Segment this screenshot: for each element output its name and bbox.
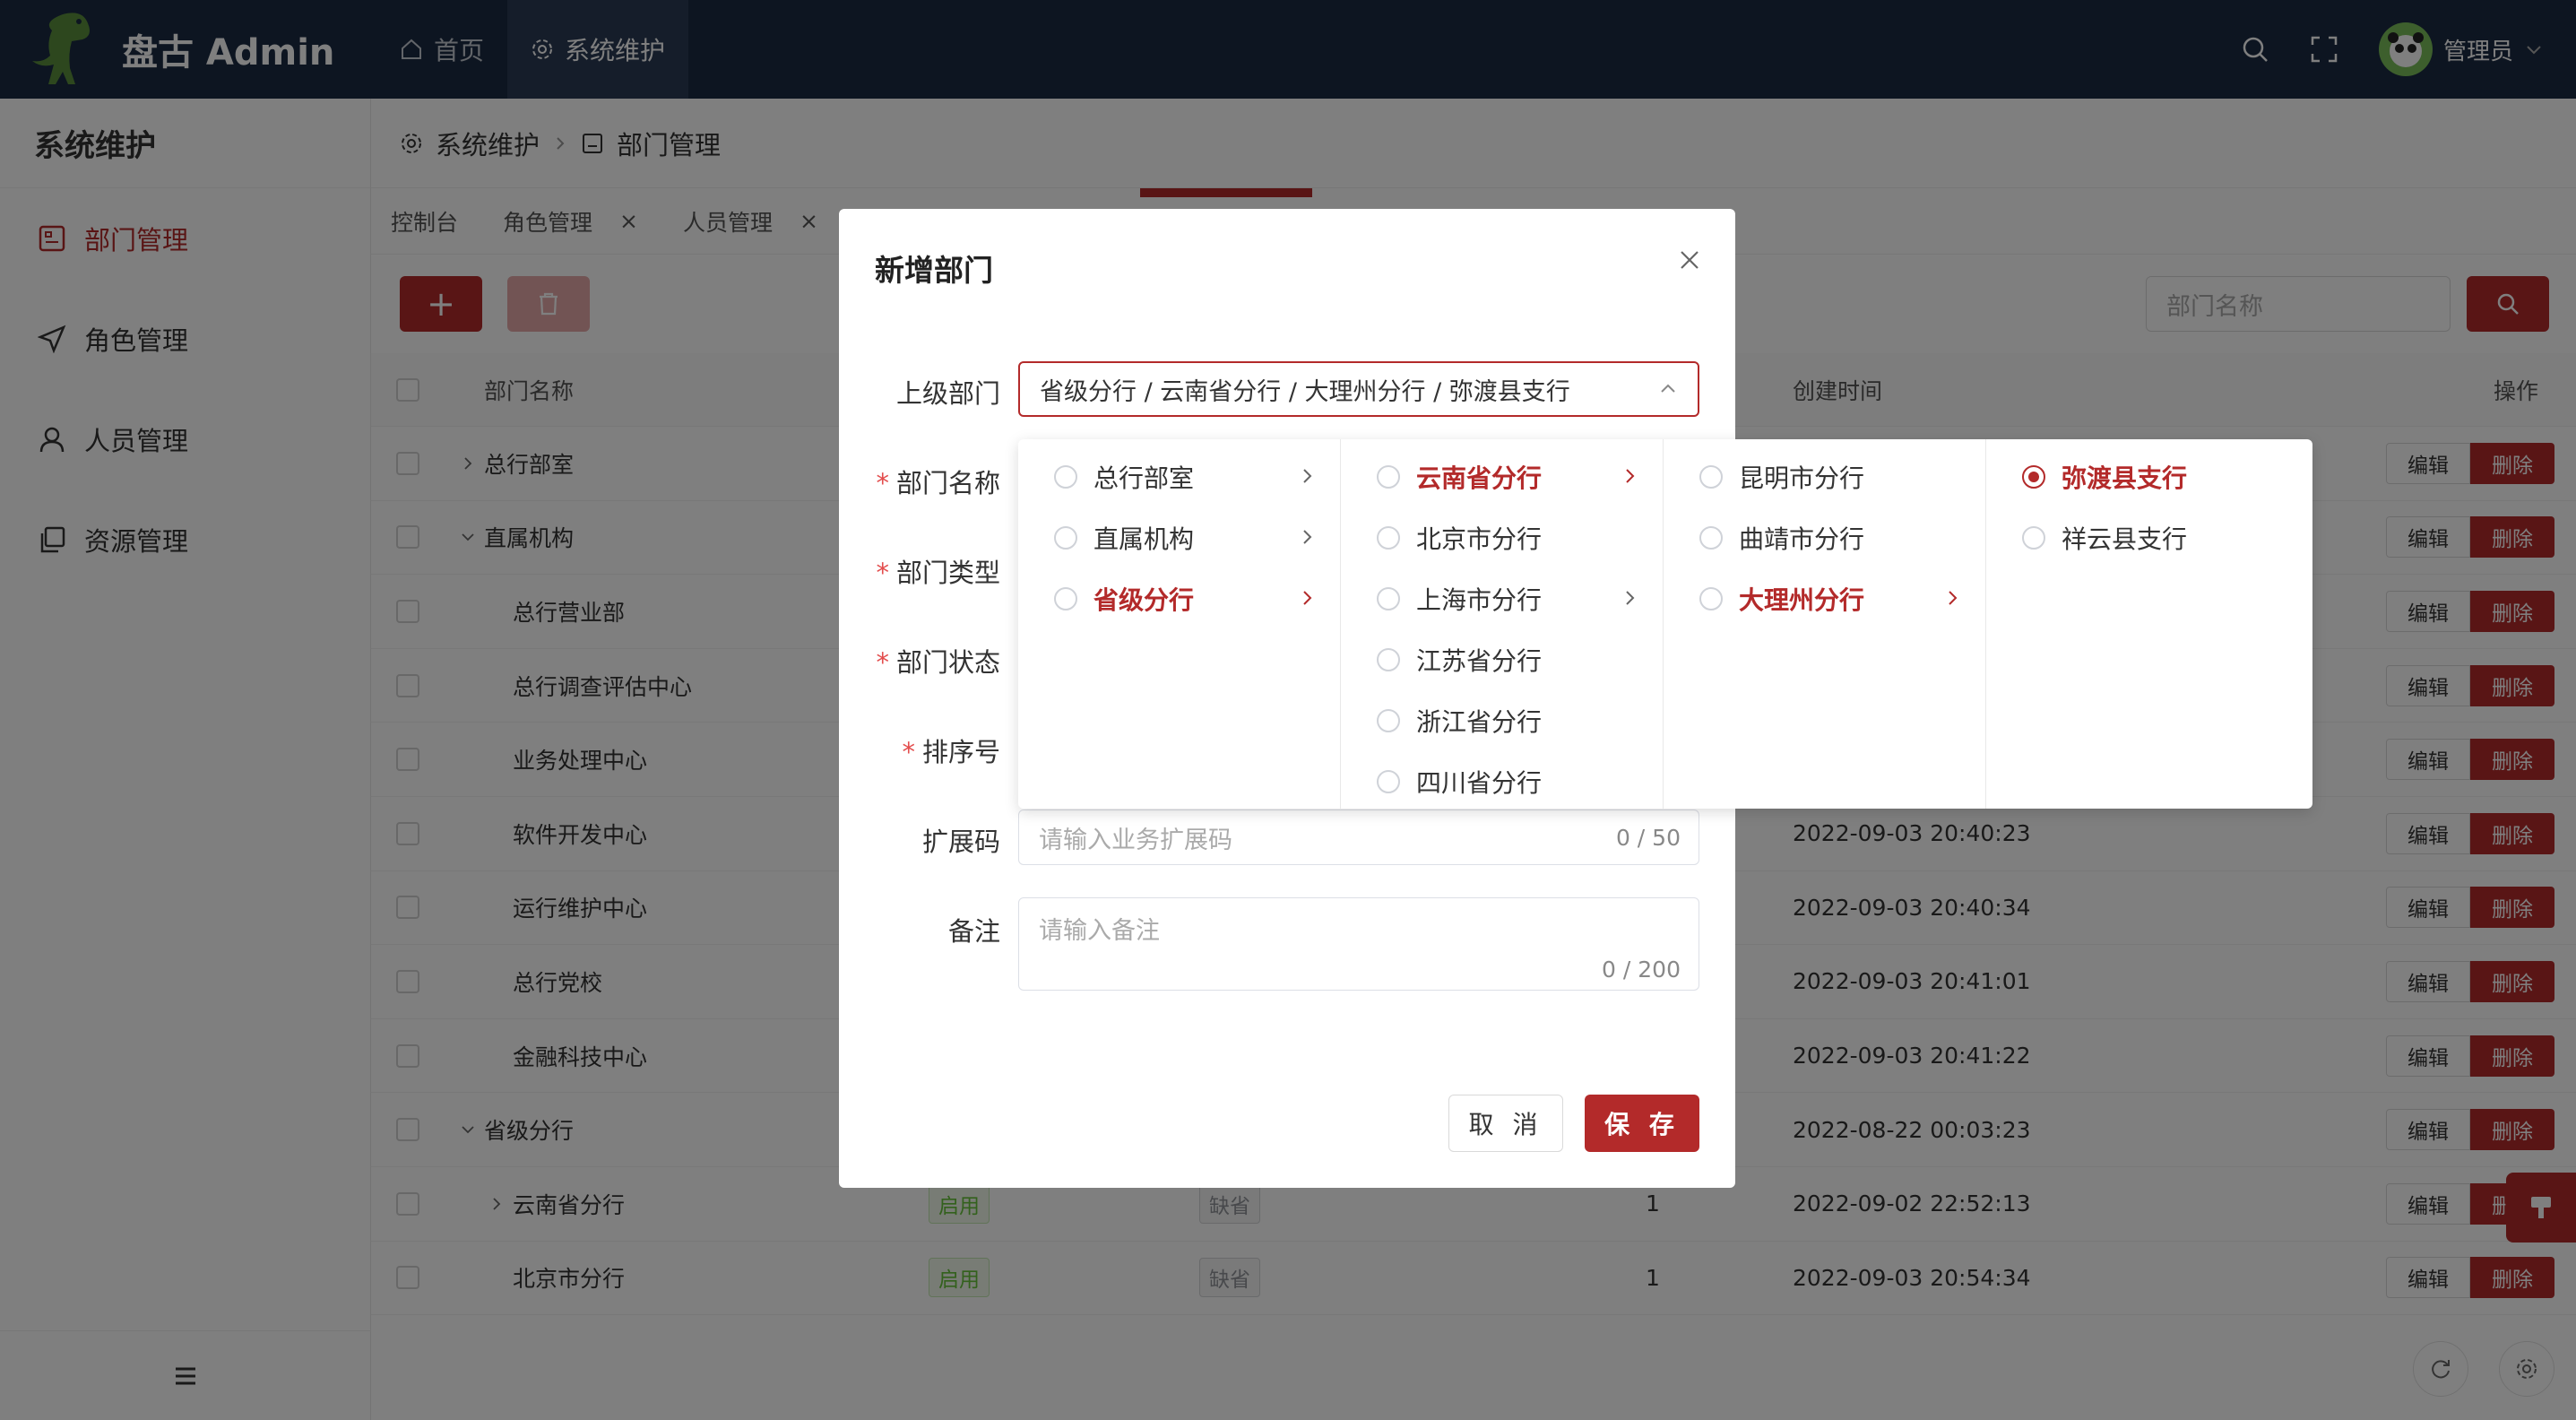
option-label: 弥渡县支行 [2062, 463, 2188, 493]
radio-button[interactable] [1377, 709, 1400, 732]
option-label: 总行部室 [1094, 463, 1195, 493]
dialog-title: 新增部门 [875, 253, 993, 288]
chevron-right-icon [1626, 469, 1635, 483]
chevron-right-icon [1303, 530, 1312, 544]
option-label: 北京市分行 [1416, 524, 1543, 554]
cascader-option[interactable]: 浙江省分行 [1341, 690, 1663, 751]
chevron-right-icon [1303, 591, 1312, 605]
cascader-option[interactable]: 北京市分行 [1341, 507, 1663, 568]
radio-button[interactable] [1054, 587, 1077, 610]
cascader-option[interactable]: 祥云县支行 [1986, 507, 2312, 568]
cascader-option[interactable]: 曲靖市分行 [1664, 507, 1985, 568]
radio-button[interactable] [1699, 587, 1723, 610]
label-remark: 备注 [947, 916, 1000, 947]
ext-count: 0 / 50 [1615, 824, 1681, 851]
cascader-menu-level3: 昆明市分行曲靖市分行大理州分行 [1664, 439, 1986, 809]
cascader-option[interactable]: 省级分行 [1018, 568, 1340, 629]
option-label: 省级分行 [1094, 585, 1195, 615]
option-label: 浙江省分行 [1416, 707, 1543, 737]
cascader-option[interactable]: 昆明市分行 [1664, 446, 1985, 507]
cascader-value: 省级分行 / 云南省分行 / 大理州分行 / 弥渡县支行 [1040, 377, 1570, 406]
chevron-up-icon [1661, 384, 1675, 393]
label-parent: 上级部门 [895, 378, 1000, 409]
option-label: 江苏省分行 [1416, 646, 1543, 676]
ext-placeholder: 请输入业务扩展码 [1039, 826, 1232, 854]
ext-code-input[interactable]: 请输入业务扩展码 0 / 50 [1018, 810, 1699, 865]
save-button[interactable]: 保 存 [1585, 1095, 1699, 1152]
radio-button[interactable] [1377, 770, 1400, 793]
cascader-menu-level4: 弥渡县支行祥云县支行 [1986, 439, 2312, 809]
option-label: 昆明市分行 [1739, 463, 1865, 493]
radio-button[interactable] [2022, 526, 2045, 550]
cascader-dropdown: 总行部室直属机构省级分行 云南省分行北京市分行上海市分行江苏省分行浙江省分行四川… [1018, 439, 2312, 809]
parent-dept-cascader[interactable]: 省级分行 / 云南省分行 / 大理州分行 / 弥渡县支行 [1018, 361, 1699, 417]
chevron-right-icon [1949, 591, 1958, 605]
cascader-option[interactable]: 弥渡县支行 [1986, 446, 2312, 507]
cascader-menu-level2: 云南省分行北京市分行上海市分行江苏省分行浙江省分行四川省分行 [1341, 439, 1664, 809]
remark-textarea[interactable]: 请输入备注 0 / 200 [1018, 897, 1699, 991]
cascader-option[interactable]: 直属机构 [1018, 507, 1340, 568]
radio-button[interactable] [1054, 465, 1077, 489]
close-icon[interactable] [1678, 248, 1701, 272]
radio-button[interactable] [1377, 587, 1400, 610]
option-label: 云南省分行 [1416, 463, 1543, 493]
label-status: * 部门状态 [876, 647, 1000, 678]
option-label: 曲靖市分行 [1739, 524, 1865, 554]
remark-count: 0 / 200 [1602, 957, 1681, 983]
option-label: 上海市分行 [1416, 585, 1543, 615]
radio-button[interactable] [1699, 526, 1723, 550]
cascader-option[interactable]: 总行部室 [1018, 446, 1340, 507]
cascader-option[interactable]: 江苏省分行 [1341, 629, 1663, 690]
cascader-option[interactable]: 四川省分行 [1341, 751, 1663, 809]
radio-button[interactable] [1377, 526, 1400, 550]
radio-button[interactable] [1699, 465, 1723, 489]
option-label: 直属机构 [1094, 524, 1195, 554]
chevron-right-icon [1626, 591, 1635, 605]
radio-button[interactable] [1054, 526, 1077, 550]
cascader-menu-level1: 总行部室直属机构省级分行 [1018, 439, 1341, 809]
label-name: * 部门名称 [876, 468, 1000, 498]
option-label: 大理州分行 [1739, 585, 1865, 615]
radio-button[interactable] [1377, 465, 1400, 489]
chevron-right-icon [1303, 469, 1312, 483]
radio-button[interactable] [1377, 648, 1400, 671]
cascader-option[interactable]: 大理州分行 [1664, 568, 1985, 629]
label-order: * 排序号 [902, 737, 1000, 767]
option-label: 四川省分行 [1416, 768, 1543, 798]
radio-button[interactable] [2022, 465, 2045, 489]
remark-placeholder: 请输入备注 [1039, 917, 1160, 945]
label-type: * 部门类型 [876, 558, 1000, 588]
cascader-option[interactable]: 上海市分行 [1341, 568, 1663, 629]
label-ext: 扩展码 [921, 827, 1000, 857]
cancel-button[interactable]: 取 消 [1448, 1095, 1563, 1152]
option-label: 祥云县支行 [2062, 524, 2188, 554]
cascader-option[interactable]: 云南省分行 [1341, 446, 1663, 507]
